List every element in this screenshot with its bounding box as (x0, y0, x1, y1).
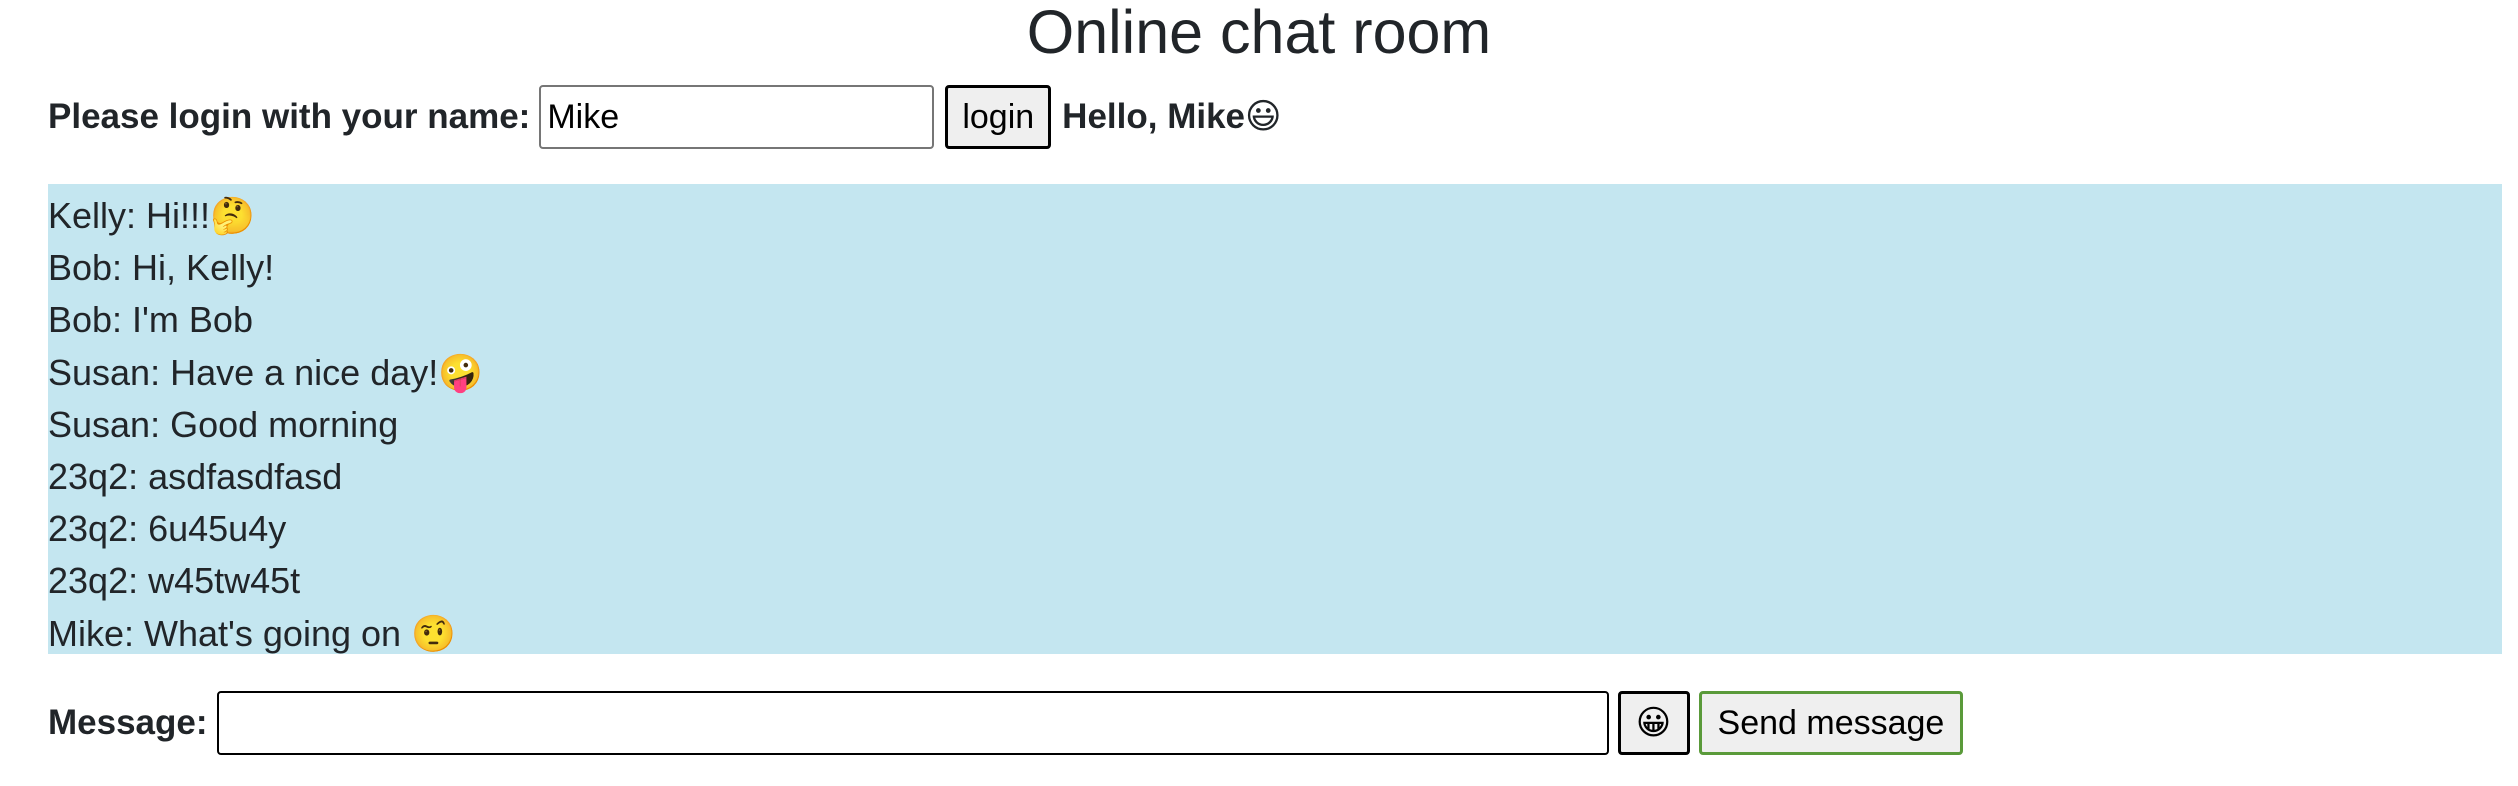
message-label: Message: (48, 703, 208, 742)
chat-message: 23q2: w45tw45t (48, 555, 2502, 607)
name-input[interactable] (539, 85, 935, 149)
chat-message-text: 23q2: w45tw45t (48, 560, 301, 602)
chat-message: Kelly: Hi!!!🤔 (48, 190, 2502, 242)
message-input[interactable] (216, 691, 1609, 755)
chat-message-text: 23q2: asdfasdfasd (48, 455, 343, 497)
grinning-face-icon: 😀 (1635, 703, 1672, 743)
chat-message-text: Mike: What's going on (48, 612, 412, 654)
chat-message: Susan: Have a nice day!🤪 (48, 347, 2502, 399)
page-title: Online chat room (1026, 0, 1492, 66)
message-composer: Message: 😀 Send message (48, 690, 1964, 756)
greeting-text: Hello, Mike (1062, 97, 1245, 136)
login-button[interactable]: login (945, 85, 1052, 149)
chat-message-text: Bob: I'm Bob (48, 299, 253, 341)
chat-message-text: 23q2: 6u45u4y (48, 508, 287, 550)
chat-message-text: Susan: Have a nice day! (48, 351, 439, 393)
chat-message-text: Kelly: Hi!!! (48, 195, 211, 236)
chat-message: Susan: Good morning (48, 399, 2502, 451)
chat-messages: Kelly: Hi!!!🤔 Bob: Hi, Kelly! Bob: I'm B… (48, 184, 2502, 655)
emoji-picker-button[interactable]: 😀 (1617, 691, 1690, 755)
chat-message-text: Susan: Good morning (48, 403, 399, 445)
zany-face-icon: 🤪 (438, 352, 484, 394)
raised-eyebrow-face-icon: 🤨 (411, 613, 456, 655)
smiley-icon: 😃 (1245, 97, 1282, 137)
chat-message: Bob: I'm Bob (48, 294, 2502, 346)
chat-message: Bob: Hi, Kelly! (48, 242, 2502, 294)
login-bar: Please login with your name: login Hello… (48, 84, 1282, 150)
greeting: Hello, Mike😃 (1062, 84, 1281, 150)
chat-message-text: Bob: Hi, Kelly! (48, 247, 275, 289)
thinking-face-icon: 🤔 (210, 196, 255, 237)
chat-message: 23q2: 6u45u4y (48, 503, 2502, 555)
login-label: Please login with your name: (48, 97, 531, 136)
send-message-button[interactable]: Send message (1698, 691, 1964, 755)
chat-message: 23q2: asdfasdfasd (48, 451, 2502, 503)
chat-message: Mike: What's going on 🤨 (48, 608, 2502, 660)
